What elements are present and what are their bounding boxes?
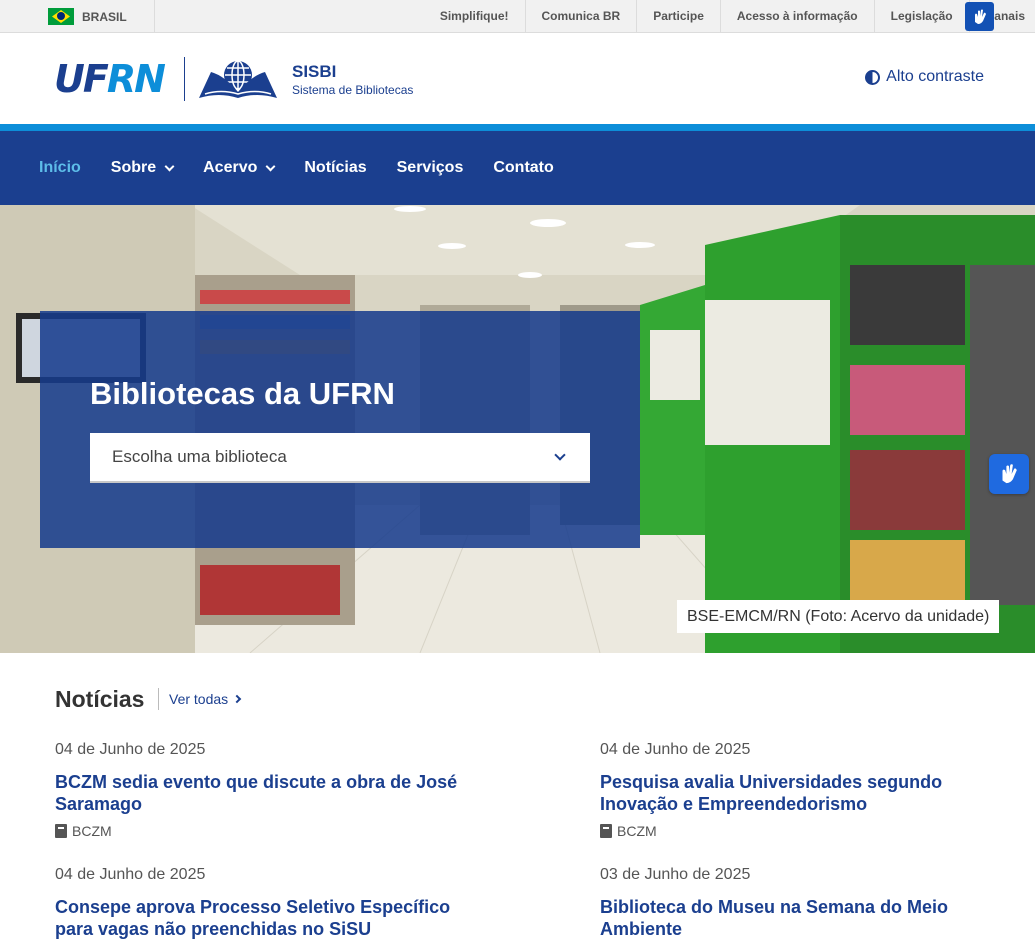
news-date: 04 de Junho de 2025 (55, 741, 206, 758)
book-icon (600, 824, 612, 838)
brasil-label: BRASIL (82, 9, 127, 24)
news-tag[interactable]: BCZM (55, 823, 475, 839)
nav-item-noticias[interactable]: Notícias (304, 159, 366, 177)
gov-link-comunica-br[interactable]: Comunica BR (526, 0, 638, 33)
brazil-flag-icon (48, 8, 74, 25)
news-date: 04 de Junho de 2025 (600, 741, 751, 758)
library-picker-panel: Bibliotecas da UFRN Escolha uma bibliote… (40, 311, 640, 548)
sisbi-subtitle: Sistema de Bibliotecas (292, 83, 414, 97)
chevron-down-icon (265, 161, 276, 171)
nav-item-label: Serviços (396, 159, 464, 176)
see-all-news-link[interactable]: Ver todas (169, 691, 242, 707)
news-headline-link[interactable]: Biblioteca do Museu na Semana do Meio Am… (600, 896, 1020, 940)
gov-link-legislacao[interactable]: Legislação (875, 0, 970, 33)
logo-divider (184, 57, 185, 101)
chevron-down-icon (554, 449, 566, 461)
gov-link-simplifique[interactable]: Simplifique! (424, 0, 526, 33)
book-icon (55, 824, 67, 838)
nav-item-servicos[interactable]: Serviços (397, 159, 464, 177)
sisbi-book-globe-logo (199, 60, 277, 98)
nav-item-label: Contato (493, 159, 554, 176)
ufrn-logo-text-a: UF (54, 57, 109, 101)
sign-language-hands-icon[interactable] (965, 2, 994, 31)
gov-bar-divider (154, 0, 155, 33)
brasil-link[interactable]: BRASIL (48, 8, 127, 25)
nav-item-label: Início (39, 159, 81, 176)
main-nav: Início Sobre Acervo Notícias Serviços Co… (0, 131, 1035, 205)
news-item: 04 de Junho de 2025 Pesquisa avalia Univ… (600, 741, 1020, 839)
nav-accent-bar (0, 124, 1035, 131)
gov-bar: BRASIL Simplifique! Comunica BR Particip… (0, 0, 1035, 33)
nav-item-contato[interactable]: Contato (493, 159, 553, 177)
news-item: 03 de Junho de 2025 Biblioteca do Museu … (600, 866, 1020, 940)
sign-language-hands-icon[interactable] (989, 454, 1029, 494)
hero-title: Bibliotecas da UFRN (90, 376, 395, 411)
news-headline-link[interactable]: Pesquisa avalia Universidades segundo In… (600, 771, 1020, 815)
site-header: UFRN SISBI Sistema de Bibliotecas Alto c… (0, 33, 1035, 124)
news-title-divider (158, 688, 159, 710)
news-section-title: Notícias (55, 686, 145, 712)
ufrn-logo[interactable]: UFRN (54, 60, 166, 98)
news-date: 03 de Junho de 2025 (600, 866, 751, 883)
gov-link-participe[interactable]: Participe (637, 0, 721, 33)
news-date: 04 de Junho de 2025 (55, 866, 206, 883)
see-all-label: Ver todas (169, 691, 229, 707)
chevron-down-icon (164, 161, 175, 171)
library-select-placeholder: Escolha uma biblioteca (112, 447, 287, 466)
nav-item-sobre[interactable]: Sobre (110, 159, 175, 177)
news-item: 04 de Junho de 2025 BCZM sedia evento qu… (55, 741, 475, 839)
nav-item-label: Acervo (203, 159, 258, 176)
nav-item-label: Sobre (110, 159, 157, 176)
high-contrast-label: Alto contraste (886, 68, 984, 85)
hero-banner: Bibliotecas da UFRN Escolha uma bibliote… (0, 205, 1035, 653)
chevron-right-icon (232, 694, 242, 704)
sisbi-title[interactable]: SISBI (292, 62, 336, 82)
gov-link-acesso-informacao[interactable]: Acesso à informação (721, 0, 875, 33)
nav-item-acervo[interactable]: Acervo (203, 159, 276, 177)
news-tag-label: BCZM (72, 823, 112, 839)
nav-item-label: Notícias (304, 159, 367, 176)
photo-caption: BSE-EMCM/RN (Foto: Acervo da unidade) (677, 600, 1000, 633)
high-contrast-toggle[interactable]: Alto contraste (865, 68, 984, 86)
news-headline-link[interactable]: Consepe aprova Processo Seletivo Específ… (55, 896, 475, 940)
news-tag-label: BCZM (617, 823, 657, 839)
library-select[interactable]: Escolha uma biblioteca (90, 433, 590, 483)
news-item: 04 de Junho de 2025 Consepe aprova Proce… (55, 866, 475, 940)
contrast-icon (865, 69, 881, 85)
gov-links: Simplifique! Comunica BR Participe Acess… (424, 0, 1035, 33)
news-headline-link[interactable]: BCZM sedia evento que discute a obra de … (55, 771, 475, 815)
nav-item-inicio[interactable]: Início (39, 159, 81, 177)
ufrn-logo-text-b: RN (106, 57, 166, 101)
news-tag[interactable]: BCZM (600, 823, 1020, 839)
